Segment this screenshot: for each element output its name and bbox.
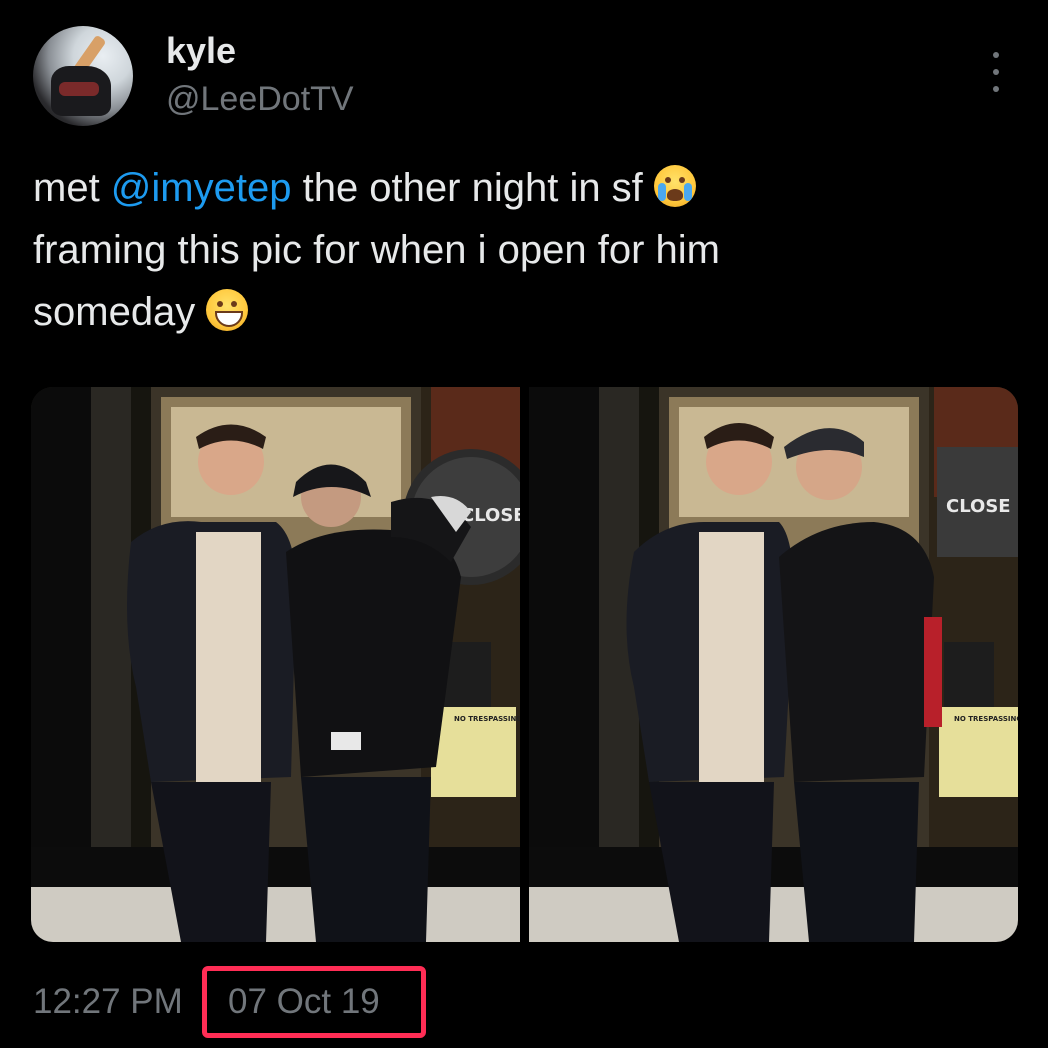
tweet-text-segment: someday <box>33 290 207 334</box>
tweet-date[interactable]: 07 Oct 19 <box>228 982 380 1022</box>
tweet-image-2[interactable]: CLOSE NO TRESPASSING <box>529 387 1018 942</box>
close-sign-text: CLOSE <box>461 505 520 526</box>
avatar-detail <box>59 82 99 96</box>
author-display-name[interactable]: kyle <box>166 30 236 72</box>
tweet-text-segment: met <box>33 166 111 210</box>
photo-illustration: CLOSE NO TRESPASSING <box>31 387 520 942</box>
loudly-crying-face-icon <box>653 165 696 207</box>
tweet-image-1[interactable]: CLOSE NO TRESPASSING <box>31 387 520 942</box>
tweet-text: met @imyetep the other night in sf frami… <box>33 157 993 343</box>
more-dot <box>993 69 999 75</box>
tweet-time[interactable]: 12:27 PM <box>33 982 183 1022</box>
mention-link[interactable]: @imyetep <box>111 166 292 210</box>
tweet-text-segment: the other night in sf <box>291 166 654 210</box>
more-dot <box>993 86 999 92</box>
more-dot <box>993 52 999 58</box>
tweet-line-2: framing this pic for when i open for him <box>33 228 720 272</box>
more-options-icon[interactable] <box>982 52 1010 92</box>
close-sign-text: CLOSE <box>946 496 1011 517</box>
tweet-line-3: someday <box>33 281 993 343</box>
tweet-line-1: met @imyetep the other night in sf <box>33 157 993 219</box>
profile-avatar[interactable] <box>33 26 133 126</box>
notice-sign-text: NO TRESPASSING <box>954 715 1018 723</box>
notice-sign-text: NO TRESPASSING <box>454 715 520 723</box>
photo-illustration: CLOSE NO TRESPASSING <box>529 387 1018 942</box>
author-handle[interactable]: @LeeDotTV <box>166 80 354 119</box>
tweet-card: kyle @LeeDotTV met @imyetep the other ni… <box>0 0 1048 1048</box>
grinning-face-icon <box>206 289 249 331</box>
